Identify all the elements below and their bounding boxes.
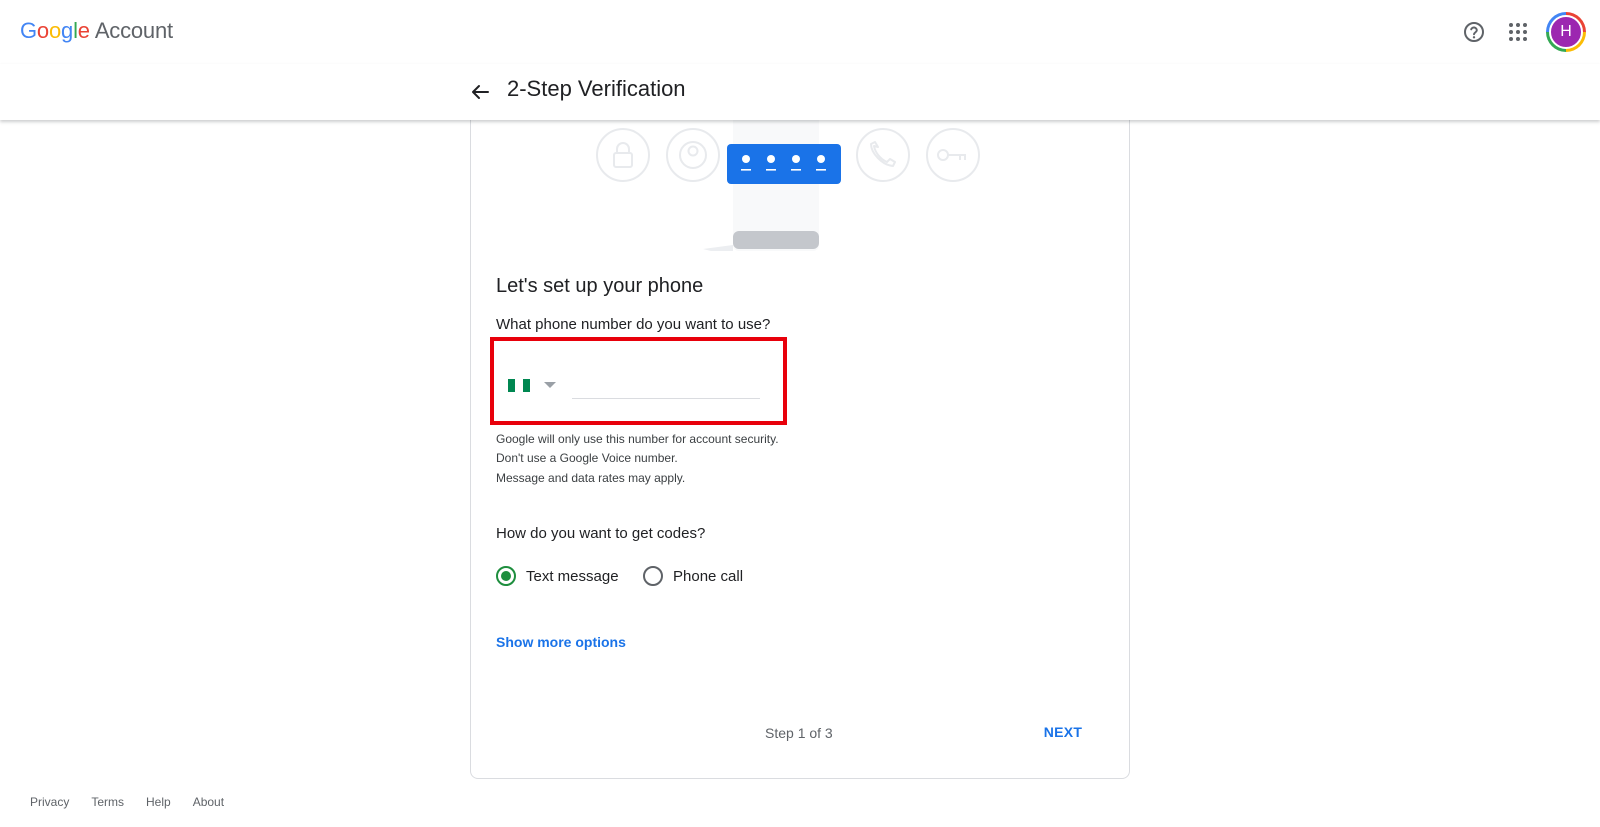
footer: Privacy Terms Help About (30, 795, 246, 809)
setup-card: Let's set up your phone What phone numbe… (470, 90, 1130, 779)
voice-note: Don't use a Google Voice number. (496, 451, 678, 465)
logo-letter: G (20, 18, 37, 43)
footer-link-help[interactable]: Help (146, 795, 171, 809)
phone-base (733, 231, 819, 249)
chevron-down-icon (544, 382, 556, 388)
footer-link-about[interactable]: About (193, 795, 224, 809)
help-circle-icon[interactable] (1454, 12, 1494, 52)
account-avatar-button[interactable]: H (1546, 12, 1586, 52)
page-title: 2-Step Verification (507, 76, 686, 101)
radio-phone-call[interactable]: Phone call (643, 566, 743, 586)
show-more-options-link[interactable]: Show more options (496, 634, 626, 650)
google-account-logo[interactable]: Google Account (20, 18, 173, 44)
logo-letter: o (48, 18, 62, 43)
radio-label: Phone call (673, 567, 744, 585)
country-select[interactable] (508, 375, 566, 395)
top-actions: H (1450, 12, 1586, 52)
apps-grid-icon[interactable] (1498, 12, 1538, 52)
logo-product-name: Account (94, 18, 173, 43)
phone-icon (856, 128, 910, 182)
step-indicator: Step 1 of 3 (765, 725, 833, 741)
radio-label: Text message (526, 567, 619, 585)
code-dots-icon (727, 144, 841, 184)
radio-text-message[interactable]: Text message (496, 566, 619, 586)
key-icon (926, 128, 980, 182)
radio-button[interactable] (496, 566, 516, 586)
top-bar: Google Account H (0, 0, 1600, 64)
section-title: Let's set up your phone (496, 275, 704, 297)
next-button[interactable]: NEXT (1023, 714, 1103, 750)
radio-button[interactable] (643, 566, 663, 586)
flag-stripe (515, 378, 523, 392)
arrow-left-icon[interactable] (466, 78, 494, 106)
security-note: Google will only use this number for acc… (496, 432, 779, 446)
phone-shadow (703, 245, 733, 251)
account-circle-icon (666, 128, 720, 182)
page-header: 2-Step Verification (0, 64, 1600, 120)
logo-letter: g (61, 18, 74, 43)
rates-note: Message and data rates may apply. (496, 471, 686, 485)
avatar: H (1549, 15, 1583, 49)
lock-icon (596, 128, 650, 182)
footer-link-privacy[interactable]: Privacy (30, 795, 69, 809)
footer-link-terms[interactable]: Terms (91, 795, 124, 809)
logo-letter: o (36, 18, 49, 43)
radio-dot (501, 571, 511, 581)
phone-question: What phone number do you want to use? (496, 316, 771, 333)
flag-stripe (508, 378, 516, 392)
phone-number-input[interactable] (572, 365, 760, 399)
codes-question: How do you want to get codes? (496, 525, 706, 542)
flag-icon (508, 378, 530, 392)
flag-stripe (522, 378, 530, 392)
logo-letter: e (77, 18, 90, 43)
